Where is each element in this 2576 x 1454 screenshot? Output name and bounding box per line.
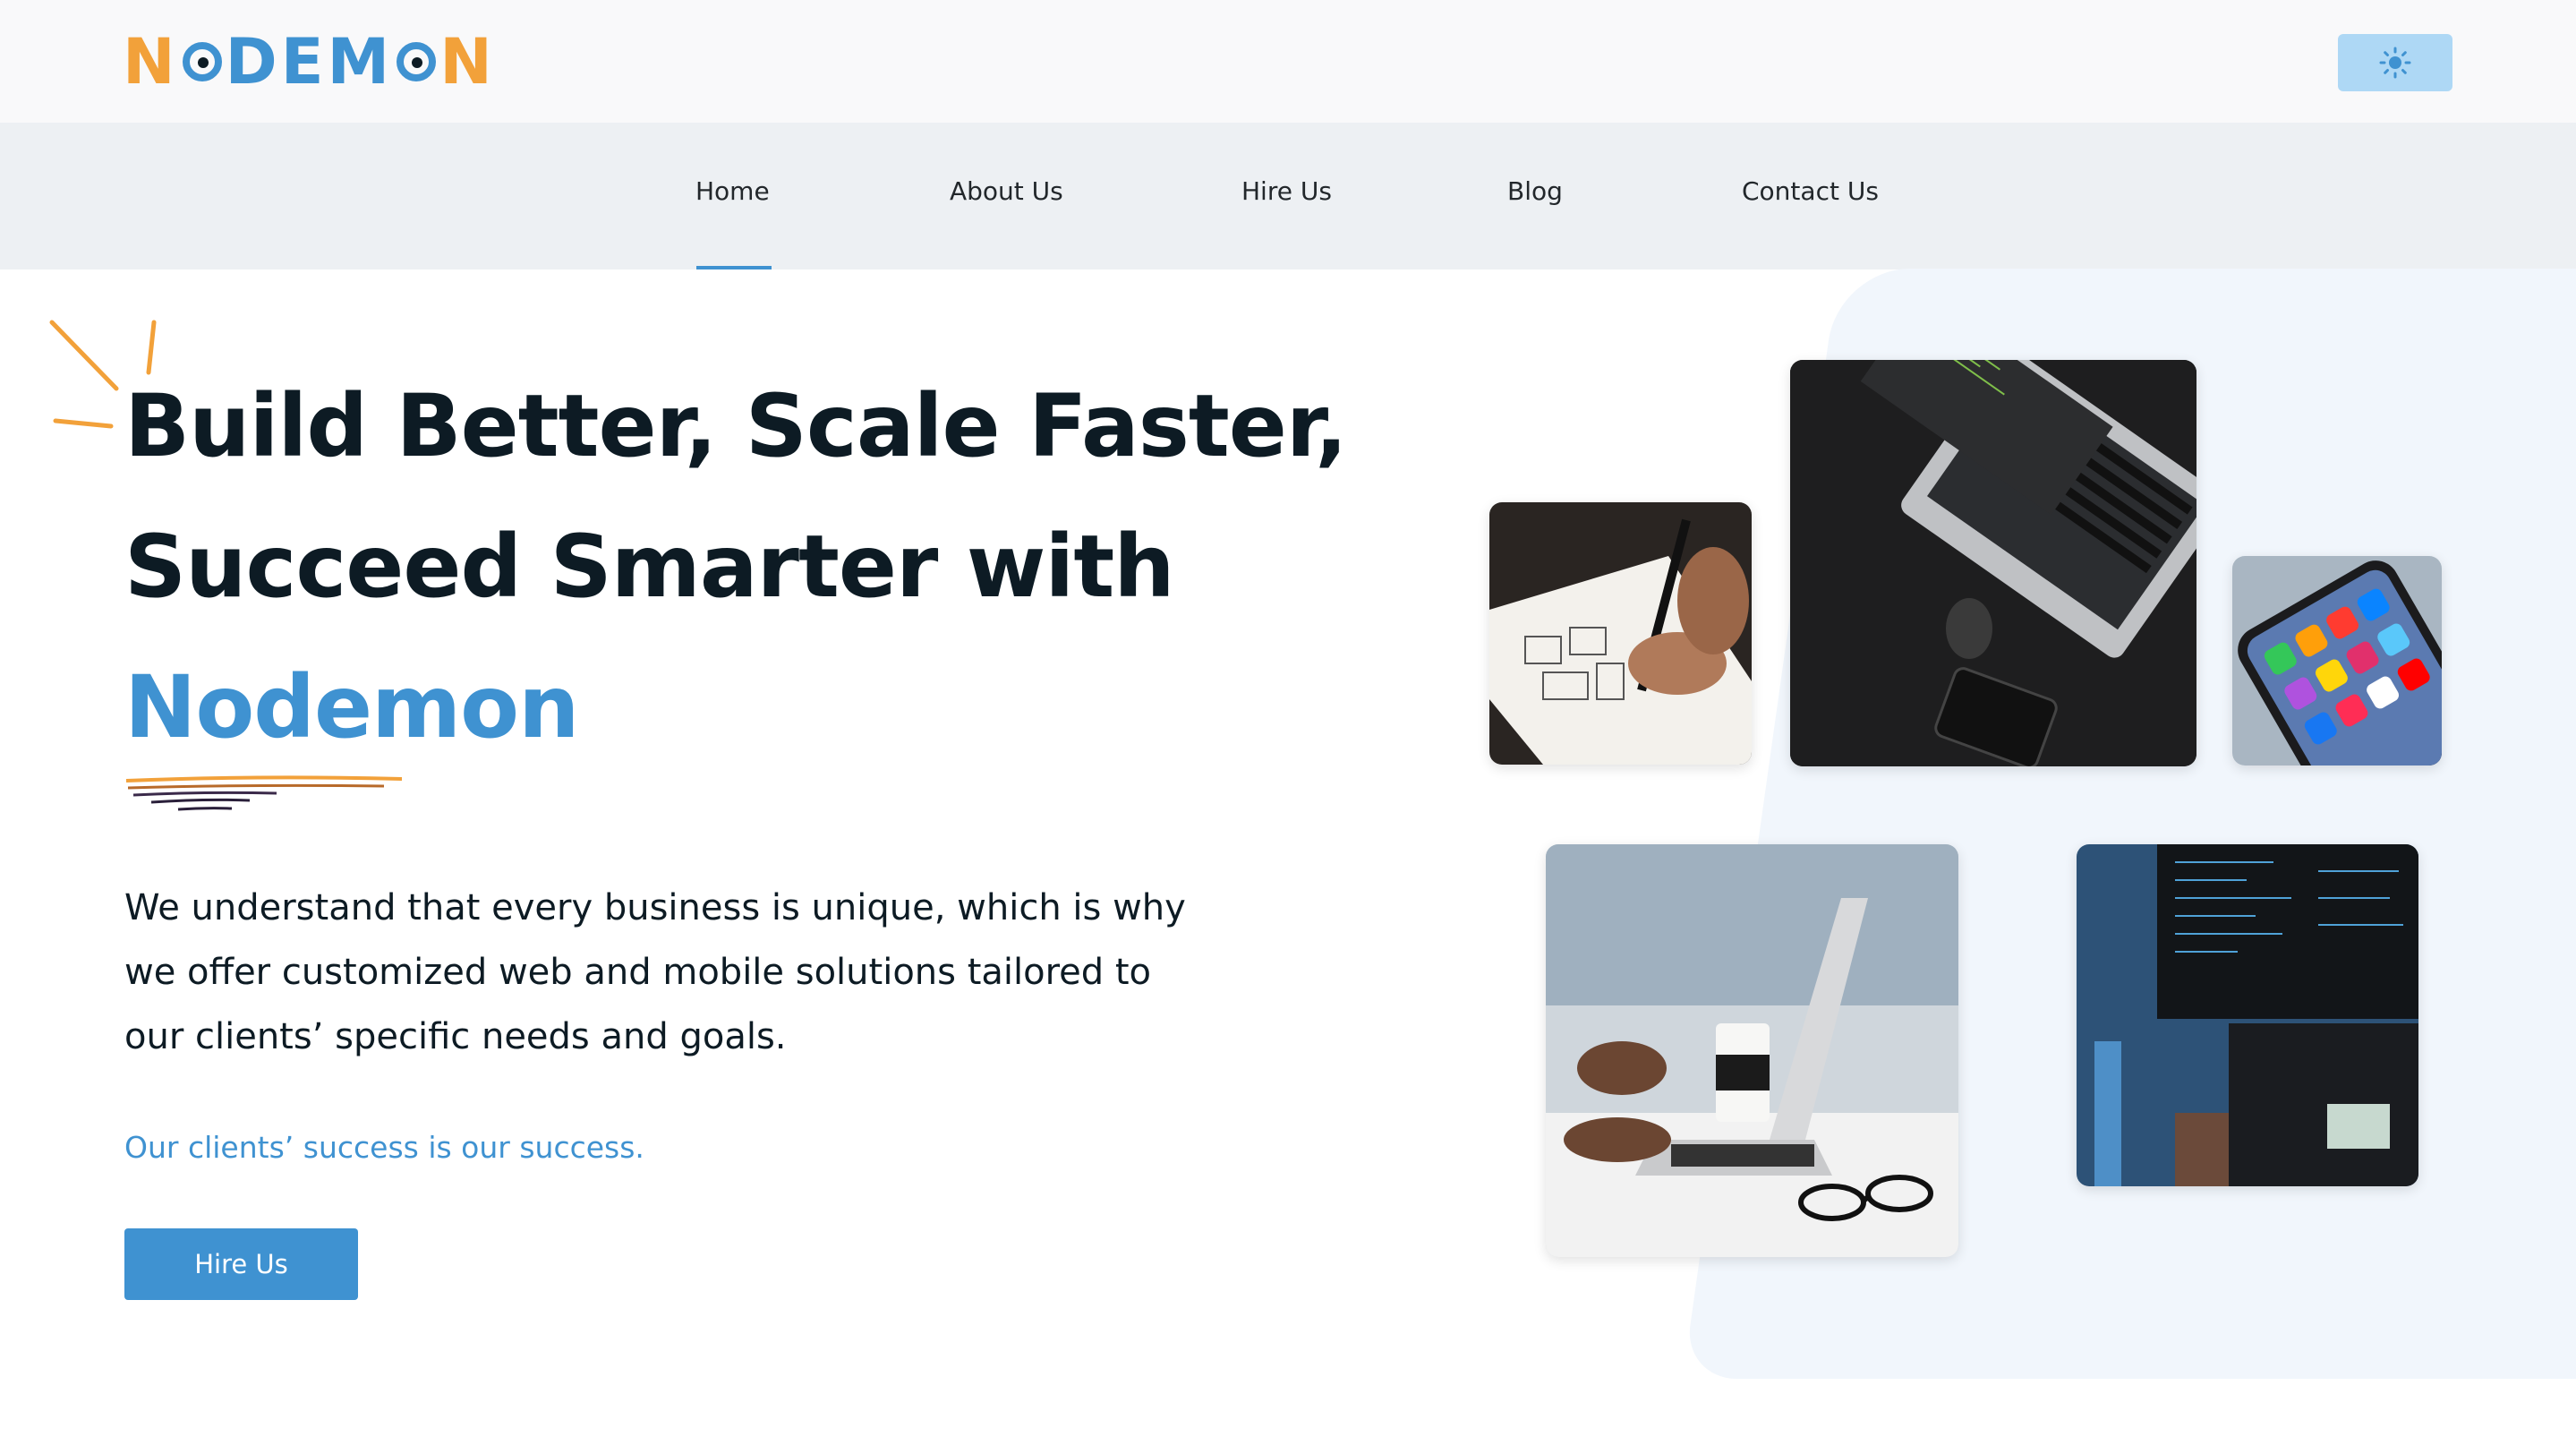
logo-eye-icon <box>397 42 437 81</box>
laptop-coffee-photo <box>1546 844 1958 1257</box>
main-nav: Home About Us Hire Us Blog Contact Us <box>0 123 2576 269</box>
laptop-dark-desk-photo <box>1790 360 2196 766</box>
hero-description: We understand that every business is uni… <box>124 887 1186 1057</box>
hero-tagline: Our clients’ success is our success. <box>124 1130 644 1165</box>
code-monitors-photo <box>2077 844 2418 1186</box>
hire-us-button[interactable]: Hire Us <box>124 1228 358 1300</box>
nav-blog[interactable]: Blog <box>1507 176 1563 206</box>
wireframe-sketch-photo <box>1489 502 1752 765</box>
active-nav-indicator <box>696 266 772 269</box>
nav-about-us[interactable]: About Us <box>950 176 1063 206</box>
top-header: N D E M N <box>0 0 2576 123</box>
hero-title-line-1: Build Better, Scale Faster, <box>124 376 1348 476</box>
hero-title-line-2: Succeed Smarter with <box>124 517 1175 617</box>
light-theme-button[interactable] <box>2338 34 2452 91</box>
scribble-underline <box>125 775 403 811</box>
nav-hire-us[interactable]: Hire Us <box>1241 176 1332 206</box>
nav-home[interactable]: Home <box>695 176 770 206</box>
smartphone-apps-photo <box>2232 556 2442 765</box>
moon-icon[interactable] <box>2265 43 2295 81</box>
hero-title-brand: Nodemon <box>124 657 579 757</box>
nav-contact-us[interactable]: Contact Us <box>1742 176 1879 206</box>
sun-icon <box>2379 47 2411 79</box>
nodemon-logo[interactable]: N D E M N <box>123 25 496 98</box>
logo-eye-icon <box>182 42 222 81</box>
